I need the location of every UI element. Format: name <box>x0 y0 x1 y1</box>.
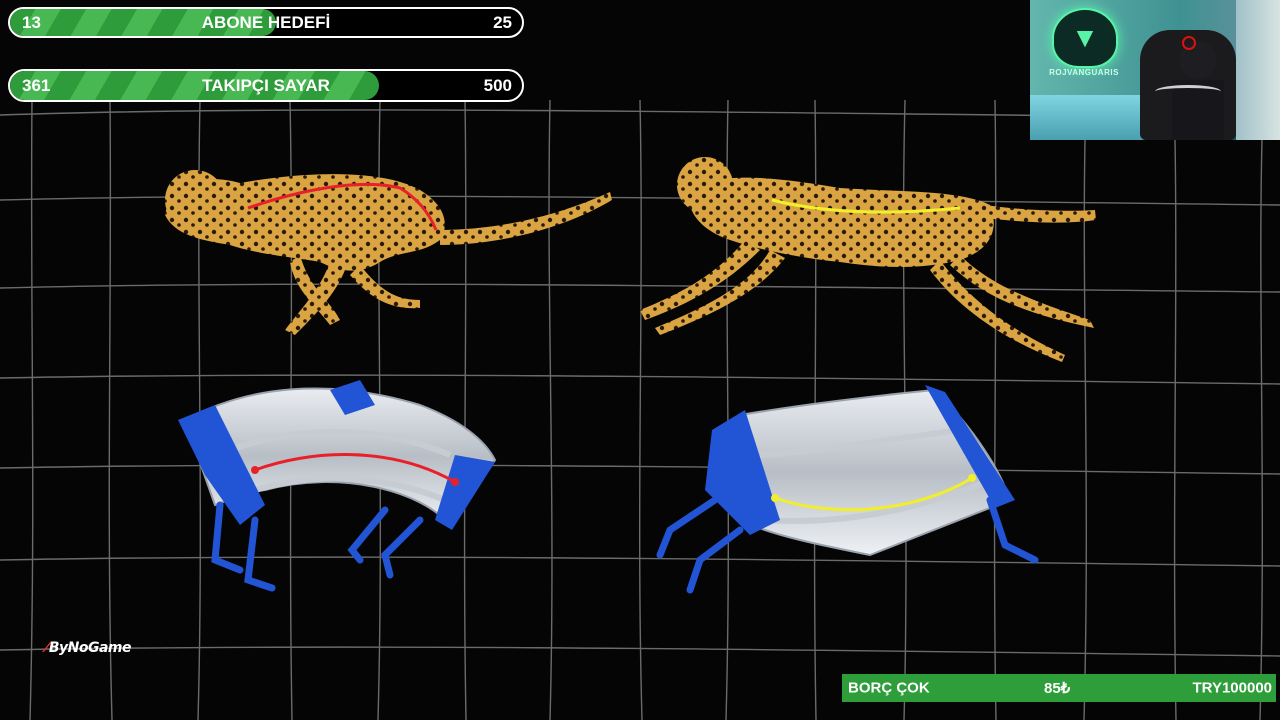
bynogame-label: ByNoGame <box>48 640 132 656</box>
cheetah-left <box>165 170 612 335</box>
donation-amount: 85₺ <box>1044 680 1071 697</box>
spine-point-yellow-end <box>968 474 976 482</box>
spine-point-red-end <box>451 478 459 486</box>
donation-total: TRY100000 <box>1192 679 1273 697</box>
robot-left <box>178 380 497 592</box>
bynogame-logo-icon: ⁄ <box>46 640 48 656</box>
bynogame-watermark: ⁄ByNoGame <box>46 640 132 656</box>
donation-name: BORÇ ÇOK <box>848 679 930 697</box>
cheetah-right <box>640 157 1096 362</box>
spine-point-red-start <box>251 466 259 474</box>
robot-right <box>656 385 1039 594</box>
donation-bar: BORÇ ÇOK 85₺ TRY100000 <box>842 674 1276 702</box>
spine-point-yellow-start <box>771 494 779 502</box>
video-scene <box>165 157 1096 594</box>
